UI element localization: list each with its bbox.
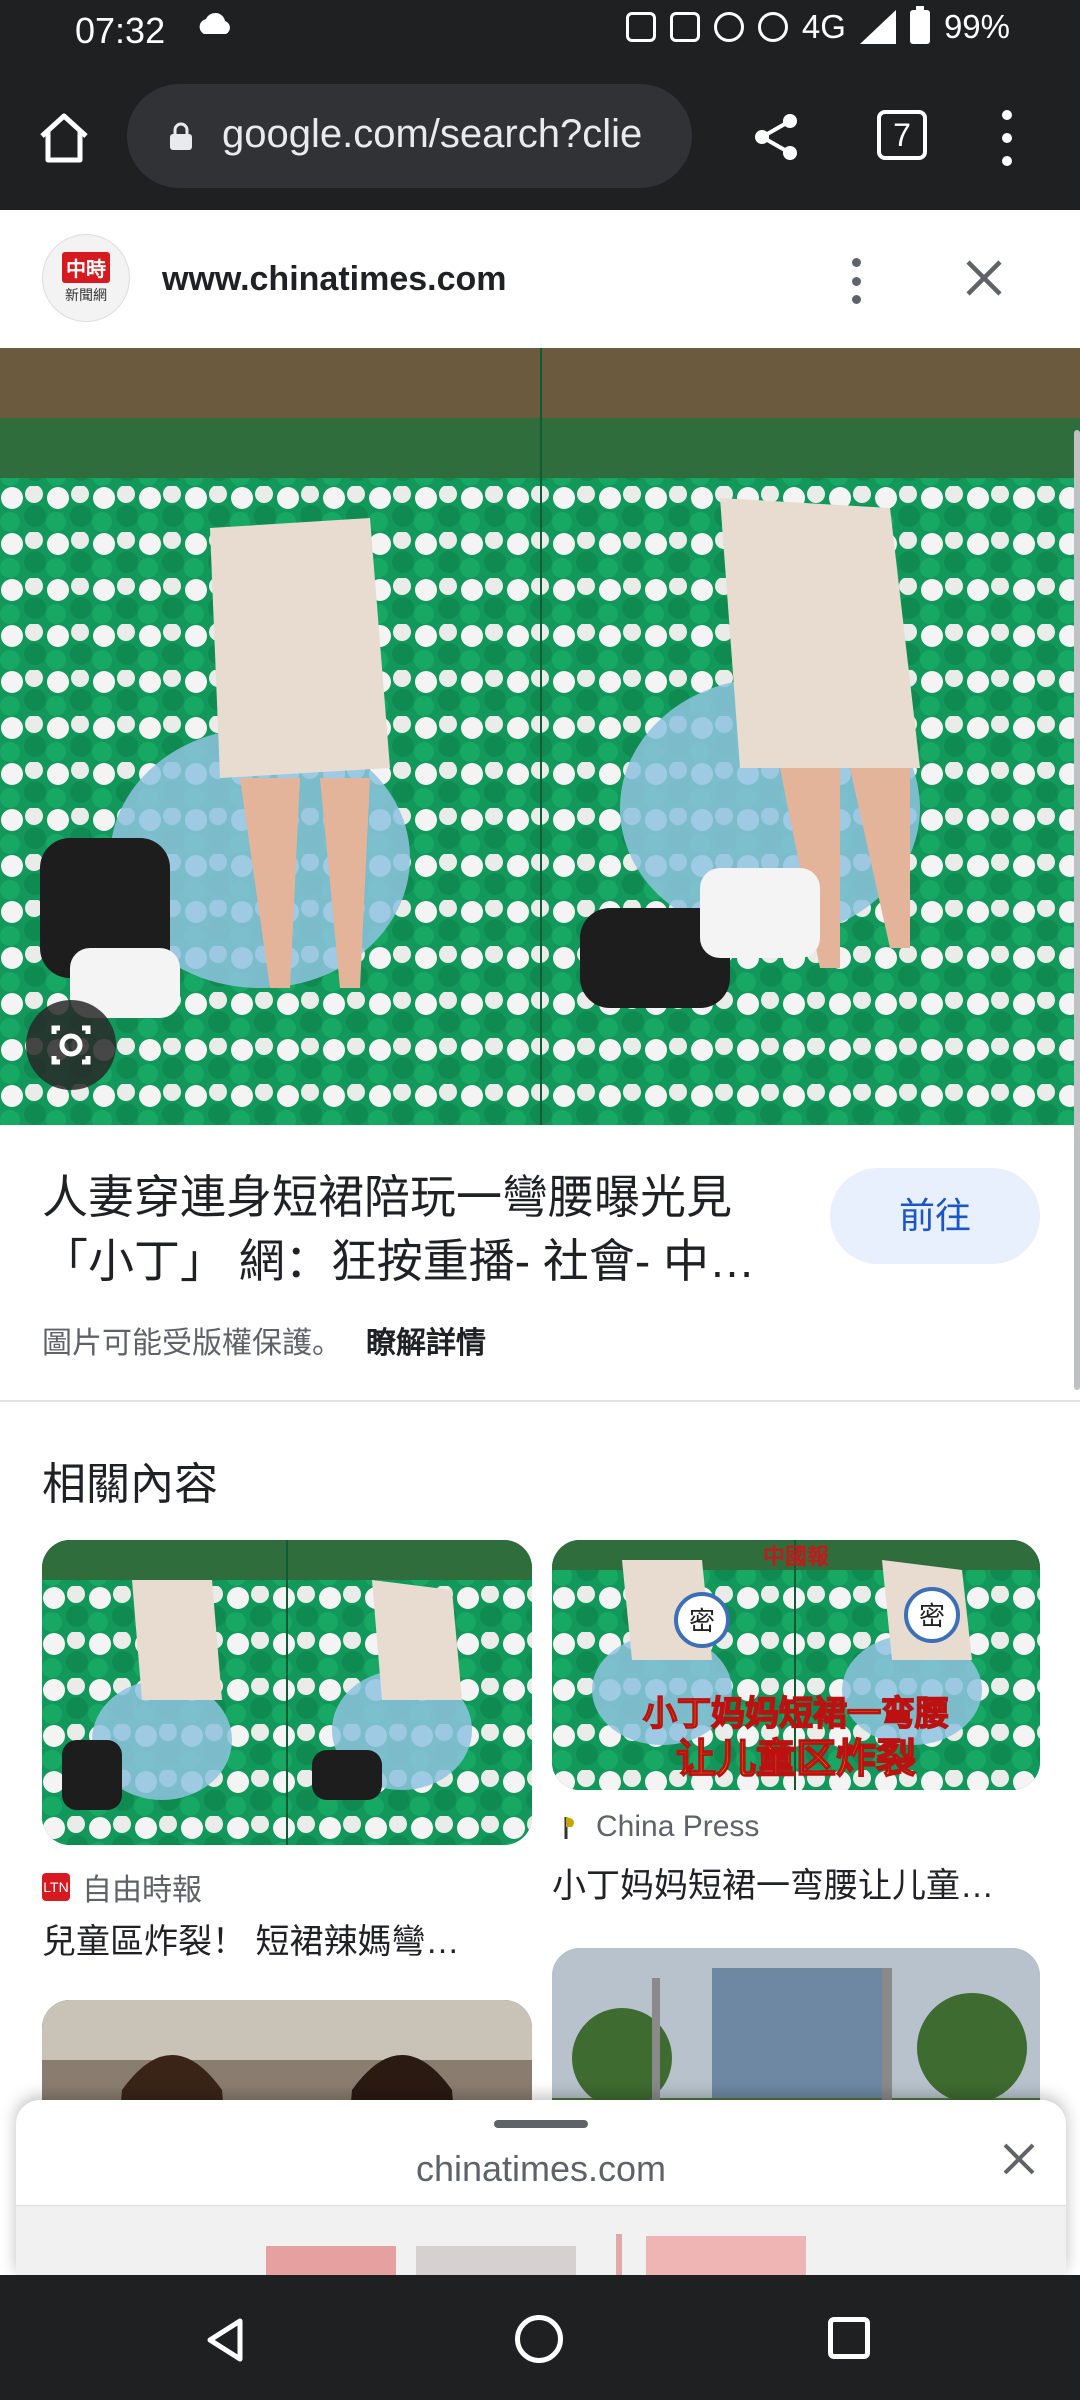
lock-icon [170,122,192,150]
ltn-logo-icon: LTN [42,1873,70,1901]
status-time: 07:32 [75,10,166,51]
drag-handle[interactable] [494,2120,588,2128]
home-icon[interactable] [36,110,92,166]
related-source[interactable]: LTN 自由時報 [42,1865,202,1909]
page-content: 中時 新聞網 www.chinatimes.com 人妻穿連身短裙陪玩一彎腰曝光… [0,210,1080,2275]
status-bar: 07:32 4G 99% [0,0,1080,60]
site-logo: 中時 新聞網 [42,234,130,322]
visit-button[interactable]: 前往 [830,1168,1040,1264]
battery-icon [909,6,930,44]
volte-icon [757,12,788,42]
status-icons: 4G 99% [625,6,1010,46]
more-options-icon[interactable] [850,258,862,304]
related-title[interactable]: 兒童區炸裂！ 短裙辣媽彎… [42,1914,532,1963]
copyright-notice: 圖片可能受版權保護。 [42,1327,342,1360]
url-text: google.com/search?clie [222,112,643,156]
image-viewer-header: 中時 新聞網 www.chinatimes.com [0,210,1080,348]
related-image[interactable]: 密 密 中國報 小丁妈妈短裙一弯腰 让儿童区炸裂 [552,1540,1040,1790]
result-title[interactable]: 人妻穿連身短裙陪玩一彎腰曝光見「小丁」 網：狂按重播- 社會- 中… [42,1165,802,1293]
related-heading: 相關內容 [42,1460,218,1509]
sheet-preview [16,2205,1066,2275]
share-icon[interactable] [752,112,800,162]
cloud-icon [199,12,230,34]
related-source-name: China Press [596,1810,760,1843]
site-domain[interactable]: www.chinatimes.com [162,260,507,299]
image-caption-line1: 小丁妈妈短裙一弯腰 [643,1694,949,1734]
tab-switcher-button[interactable]: 7 [877,110,927,160]
browser-toolbar: google.com/search?clie 7 [0,60,1080,210]
related-source-name: 自由時報 [82,1874,202,1907]
blur-label: 密 [689,1607,715,1637]
blur-label: 密 [919,1602,945,1632]
system-nav-bar [0,2275,1080,2400]
related-title[interactable]: 小丁妈妈短裙一弯腰让儿童… [552,1858,1040,1907]
related-source[interactable]: China Press [556,1810,759,1844]
sheet-domain: chinatimes.com [415,2148,667,2189]
close-icon[interactable] [962,256,1006,300]
result-image[interactable] [0,348,1080,1125]
battery-percent: 99% [943,8,1010,45]
preview-sheet[interactable]: chinatimes.com [16,2100,1066,2275]
overflow-menu-icon[interactable] [997,110,1017,166]
image-caption-line2: 让儿童区炸裂 [676,1736,916,1782]
network-type: 4G [801,8,846,45]
related-image[interactable] [42,1540,532,1845]
china-press-logo-icon [564,1817,574,1839]
image-banner: 中國報 [763,1544,830,1570]
address-bar[interactable]: google.com/search?clie [127,84,692,188]
auto-hd-icon [669,12,700,42]
learn-more-link[interactable]: 瞭解詳情 [366,1318,486,1362]
divider [0,1400,1080,1402]
recents-icon[interactable] [828,2317,870,2359]
lens-search-icon[interactable] [26,1000,116,1090]
home-nav-icon[interactable] [515,2315,563,2363]
close-icon[interactable] [1000,2140,1038,2178]
back-icon[interactable] [200,2315,250,2365]
screenshot-icon [625,12,656,42]
page-scrollbar[interactable] [1074,430,1080,1390]
alarm-icon [713,12,744,42]
signal-icon [859,10,896,44]
